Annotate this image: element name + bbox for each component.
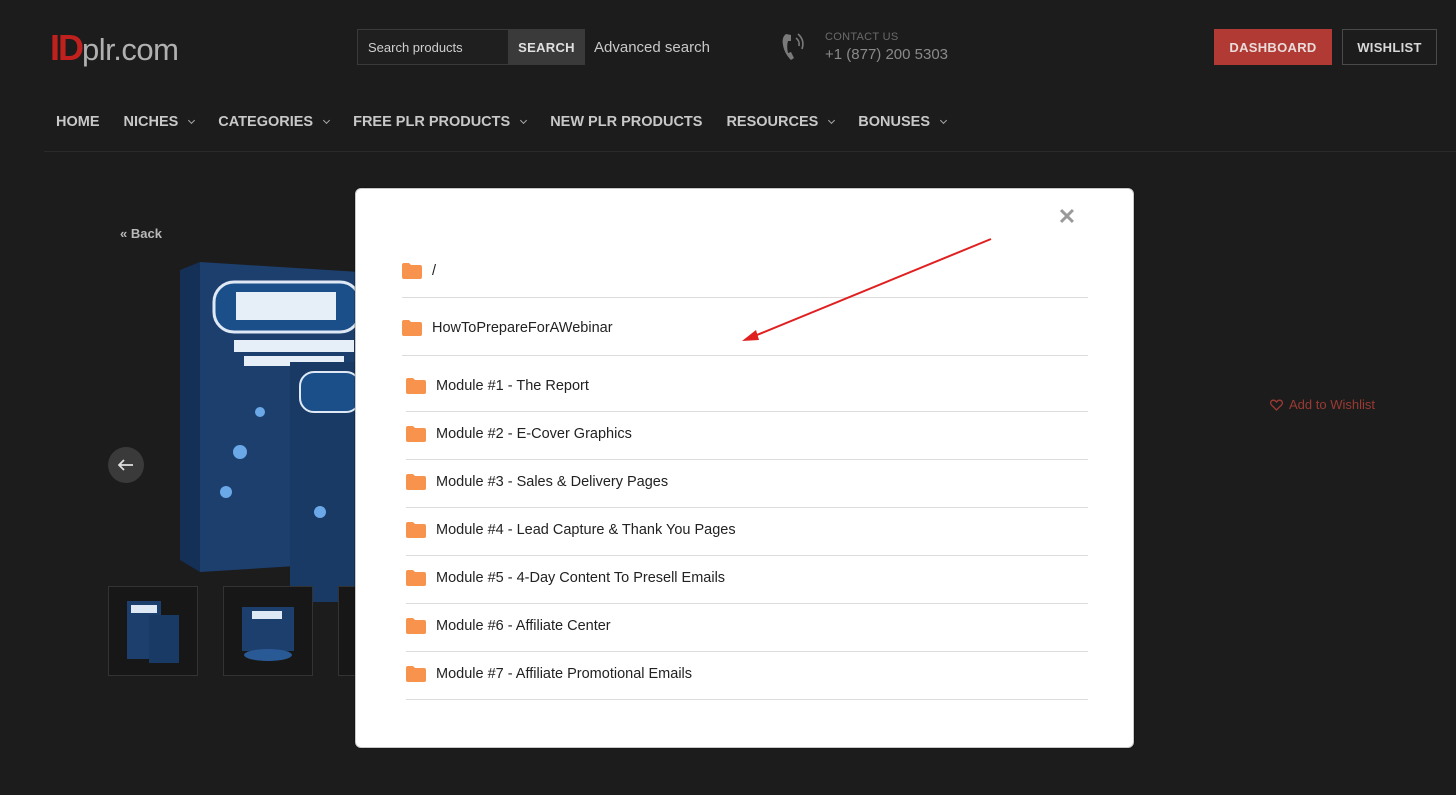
thumbnail-image	[242, 607, 294, 661]
row-divider	[406, 699, 1088, 700]
file-browser-modal: ✕ / HowToPrepareForAWebinar Module #1 - …	[355, 188, 1134, 748]
add-to-wishlist-link[interactable]: Add to Wishlist	[1270, 397, 1375, 412]
folder-label: Module #3 - Sales & Delivery Pages	[436, 474, 669, 490]
row-divider	[406, 555, 1088, 556]
nav-item-home[interactable]: HOME	[56, 114, 100, 130]
add-to-wishlist-label: Add to Wishlist	[1289, 397, 1375, 412]
logo-rest-text: plr.com	[82, 32, 179, 67]
folder-icon	[406, 474, 426, 490]
row-divider	[406, 651, 1088, 652]
folder-row-module[interactable]: Module #3 - Sales & Delivery Pages	[406, 474, 668, 490]
nav-item-niches[interactable]: NICHES	[123, 114, 196, 130]
search-input[interactable]	[357, 29, 508, 65]
heart-icon	[1270, 399, 1283, 411]
folder-row-module[interactable]: Module #7 - Affiliate Promotional Emails	[406, 666, 692, 682]
arrow-left-icon	[118, 459, 133, 471]
folder-label: Module #6 - Affiliate Center	[436, 618, 611, 634]
chevron-down-icon	[828, 116, 836, 124]
nav-item-label: FREE PLR PRODUCTS	[353, 114, 511, 130]
row-divider	[406, 507, 1088, 508]
logo-id-text: ID	[50, 27, 84, 68]
nav-item-new-plr-products[interactable]: NEW PLR PRODUCTS	[550, 114, 702, 130]
nav-item-label: HOME	[56, 114, 100, 130]
nav-item-bonuses[interactable]: BONUSES	[858, 114, 948, 130]
site-logo[interactable]: ID plr.com	[50, 27, 179, 68]
folder-label: /	[432, 263, 437, 279]
chevron-down-icon	[323, 116, 331, 124]
folder-icon	[402, 320, 422, 336]
phone-icon	[782, 33, 804, 60]
main-nav: HOME NICHES CATEGORIES FREE PLR PRODUCTS NEW…	[56, 112, 970, 132]
nav-item-label: NICHES	[123, 114, 179, 130]
chevron-down-icon	[939, 116, 948, 124]
folder-icon	[406, 666, 426, 682]
nav-item-label: NEW PLR PRODUCTS	[550, 114, 703, 130]
folder-icon	[406, 426, 426, 442]
folder-label: Module #5 - 4-Day Content To Presell Ema…	[436, 570, 726, 586]
nav-item-label: BONUSES	[858, 114, 931, 130]
contact-phone[interactable]: +1 (877) 200 5303	[825, 46, 948, 63]
row-divider	[402, 297, 1088, 298]
row-divider	[406, 411, 1088, 412]
folder-label: Module #4 - Lead Capture & Thank You Pag…	[436, 522, 736, 538]
nav-item-categories[interactable]: CATEGORIES	[218, 114, 331, 130]
contact-label: CONTACT US	[825, 31, 899, 43]
row-divider	[406, 603, 1088, 604]
dashboard-button[interactable]: DASHBOARD	[1214, 29, 1332, 65]
folder-row-module[interactable]: Module #4 - Lead Capture & Thank You Pag…	[406, 522, 736, 538]
nav-divider	[44, 151, 1456, 152]
advanced-search-link[interactable]: Advanced search	[594, 39, 710, 56]
wishlist-button[interactable]: WISHLIST	[1342, 29, 1437, 65]
product-box-image	[180, 262, 360, 602]
nav-item-label: RESOURCES	[726, 114, 819, 130]
folder-icon	[406, 522, 426, 538]
folder-row-root[interactable]: /	[402, 263, 436, 279]
chevron-down-icon	[520, 116, 528, 124]
folder-label: Module #1 - The Report	[436, 378, 589, 394]
folder-label: Module #7 - Affiliate Promotional Emails	[436, 666, 693, 682]
folder-label: HowToPrepareForAWebinar	[432, 320, 613, 336]
nav-item-free-plr-products[interactable]: FREE PLR PRODUCTS	[353, 114, 528, 130]
search-bar: SEARCH	[357, 29, 585, 65]
thumbnail-image	[127, 601, 179, 663]
close-icon[interactable]: ✕	[1057, 206, 1077, 228]
folder-row-module[interactable]: Module #1 - The Report	[406, 378, 589, 394]
product-thumbnail[interactable]	[223, 586, 313, 676]
row-divider	[402, 355, 1088, 356]
folder-row-module[interactable]: Module #5 - 4-Day Content To Presell Ema…	[406, 570, 725, 586]
back-link[interactable]: « Back	[120, 226, 162, 241]
nav-item-resources[interactable]: RESOURCES	[726, 114, 836, 130]
folder-row-main[interactable]: HowToPrepareForAWebinar	[402, 320, 613, 336]
search-button[interactable]: SEARCH	[508, 29, 585, 65]
folder-row-module[interactable]: Module #6 - Affiliate Center	[406, 618, 611, 634]
folder-icon	[406, 378, 426, 394]
previous-image-button[interactable]	[108, 447, 144, 483]
folder-label: Module #2 - E-Cover Graphics	[436, 426, 632, 442]
product-thumbnail[interactable]	[108, 586, 198, 676]
row-divider	[406, 459, 1088, 460]
nav-item-label: CATEGORIES	[218, 114, 314, 130]
folder-icon	[406, 618, 426, 634]
folder-icon	[402, 263, 422, 279]
chevron-down-icon	[188, 116, 196, 124]
folder-row-module[interactable]: Module #2 - E-Cover Graphics	[406, 426, 632, 442]
folder-icon	[406, 570, 426, 586]
